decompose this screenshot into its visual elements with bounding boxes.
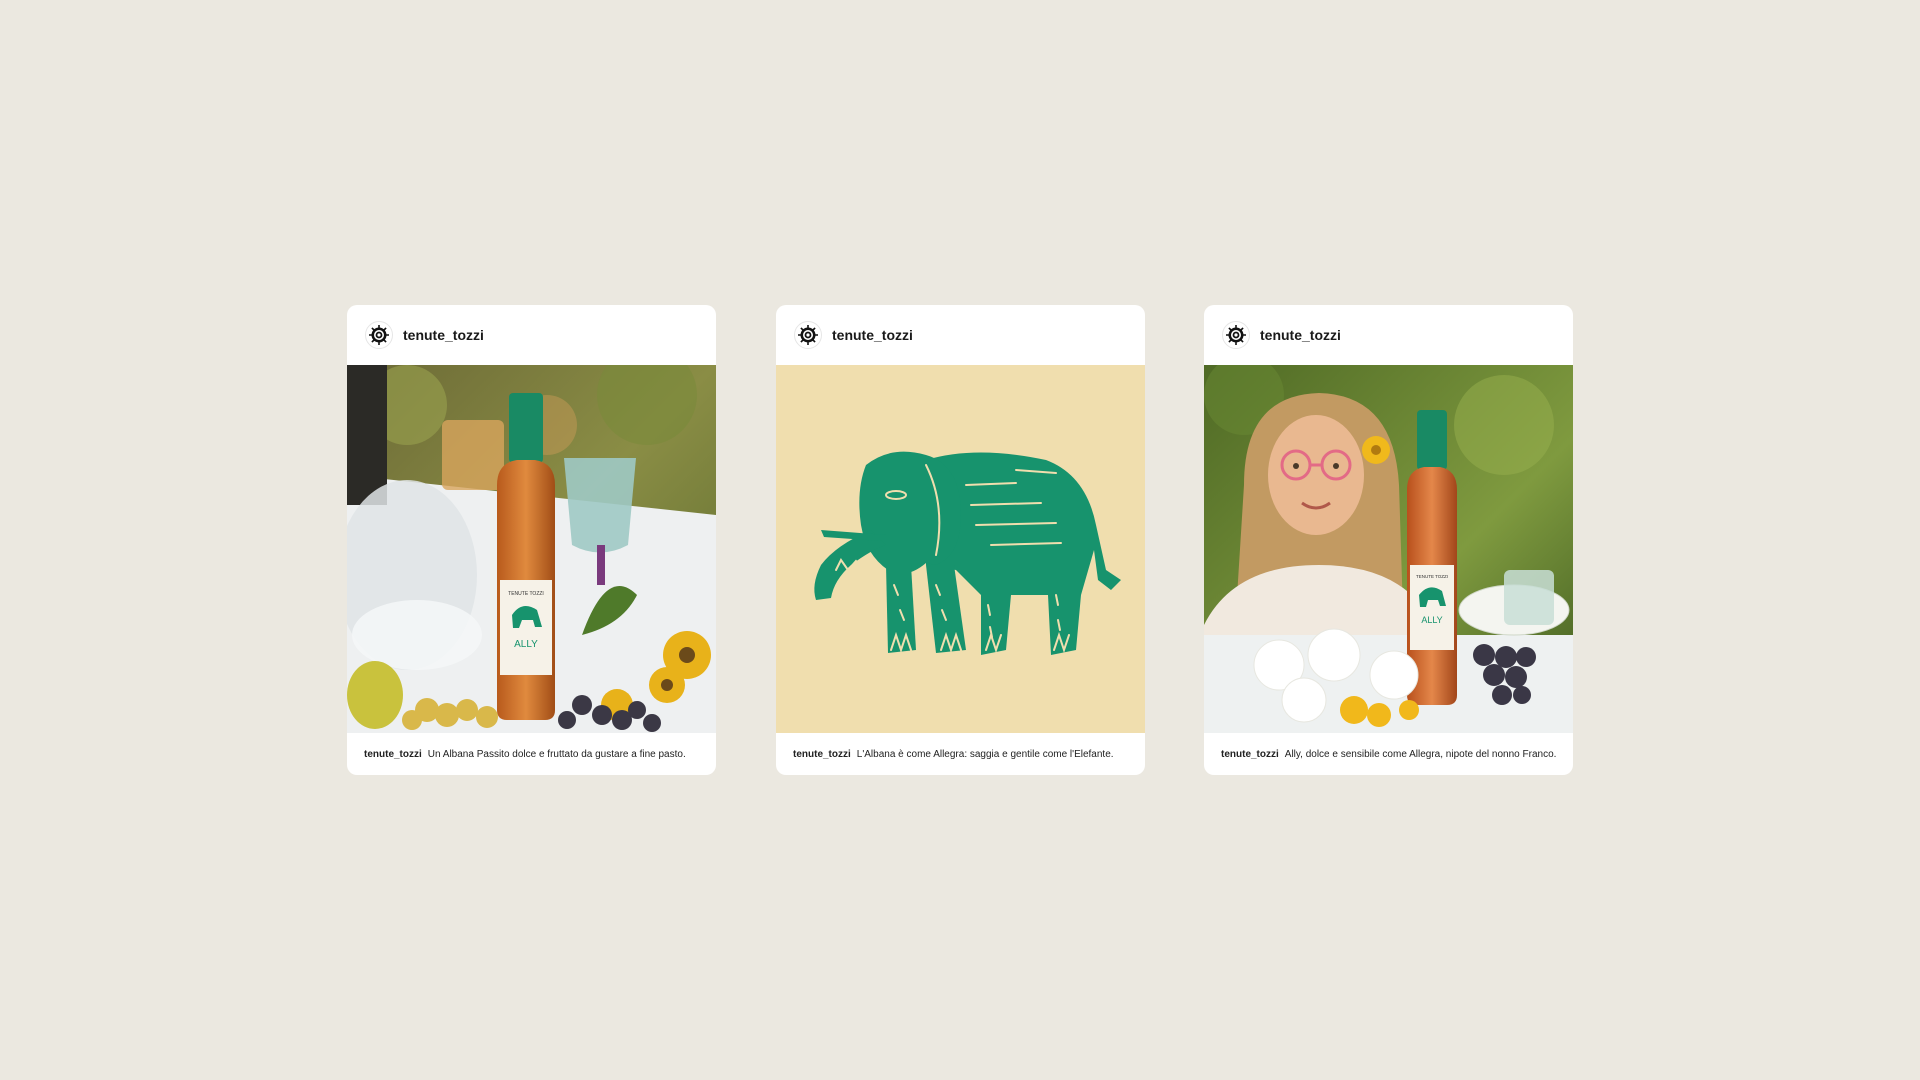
bottle-name: ALLY [1421, 615, 1442, 625]
post-card-1: tenute_tozzi TENUTE TOZZI ALLY tenute_to… [347, 305, 716, 775]
bottle-name: ALLY [514, 639, 538, 650]
caption-text: L'Albana è come Allegra: saggia e gentil… [856, 748, 1114, 760]
caption-text: Un Albana Passito dolce e fruttato da gu… [427, 748, 686, 760]
sun-logo-icon[interactable] [365, 321, 393, 349]
sun-logo-icon[interactable] [794, 321, 822, 349]
post-caption: tenute_tozzi Un Albana Passito dolce e f… [347, 733, 716, 775]
post-caption: tenute_tozzi L'Albana è come Allegra: sa… [776, 733, 1145, 775]
caption-username[interactable]: tenute_tozzi [793, 749, 851, 760]
post-header: tenute_tozzi [776, 305, 1145, 365]
caption-username[interactable]: tenute_tozzi [364, 749, 422, 760]
post-username[interactable]: tenute_tozzi [403, 327, 484, 343]
post-illustration-elephant [776, 365, 1145, 733]
post-photo-table-wine: TENUTE TOZZI ALLY [347, 365, 716, 733]
caption-text: Ally, dolce e sensibile come Allegra, ni… [1284, 748, 1557, 760]
caption-username[interactable]: tenute_tozzi [1221, 749, 1279, 760]
post-header: tenute_tozzi [347, 305, 716, 365]
bottle-brand: TENUTE TOZZI [508, 591, 544, 597]
post-header: tenute_tozzi [1204, 305, 1573, 365]
post-card-2: tenute_tozzi tenute_tozzi L'Albana è com… [776, 305, 1145, 775]
post-photo-girl-wine: TENUTE TOZZI ALLY [1204, 365, 1573, 733]
post-caption: tenute_tozzi Ally, dolce e sensibile com… [1204, 733, 1573, 775]
post-username[interactable]: tenute_tozzi [832, 327, 913, 343]
sun-logo-icon[interactable] [1222, 321, 1250, 349]
bottle-brand: TENUTE TOZZI [1416, 574, 1448, 579]
post-card-3: tenute_tozzi TENUTE TOZZI ALLY tenute_to… [1204, 305, 1573, 775]
post-username[interactable]: tenute_tozzi [1260, 327, 1341, 343]
